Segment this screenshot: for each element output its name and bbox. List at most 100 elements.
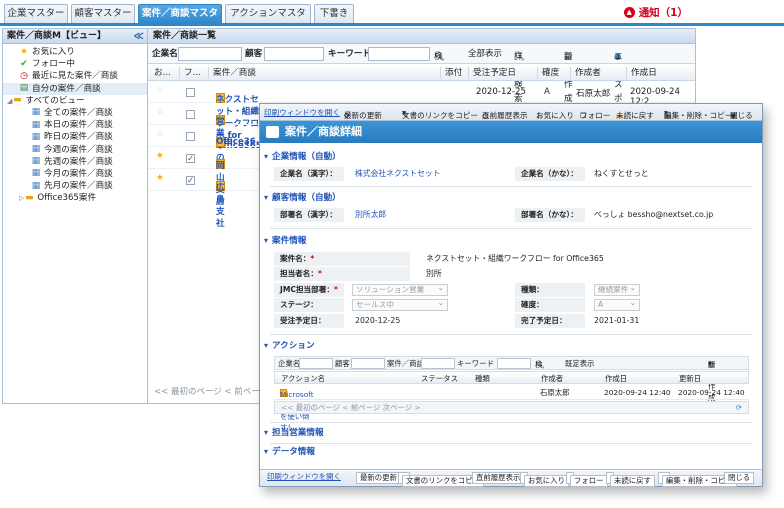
follow-checkbox[interactable]: ✓ (186, 154, 195, 163)
close-button-bottom[interactable]: 閉じる (724, 472, 755, 484)
sidebar-item-label: 自分の案件／商談 (32, 83, 101, 94)
kind-select[interactable]: 継続案件 (594, 283, 640, 296)
table-row[interactable]: ☆ ネクストセット・組織ワークフロー for Office365 ➲ 2020-… (148, 81, 695, 151)
company-kanji-value[interactable]: 株式会社ネクストセット (355, 167, 441, 181)
section-action[interactable]: アクション (260, 339, 762, 353)
show-all-button[interactable]: 全部表示 (468, 47, 502, 61)
sidebar-item-recent[interactable]: ◷ 最近に見た案件／商談 (3, 70, 147, 82)
sidebar-item-all-views[interactable]: ◢▬ すべてのビュー (3, 95, 147, 107)
col-author[interactable]: 作成者 (570, 67, 601, 79)
section-deal[interactable]: 案件情報 (260, 234, 762, 248)
company-search-input[interactable] (178, 47, 242, 61)
sidebar-item-yesterday[interactable]: ▦ 昨日の案件／商談 (3, 131, 147, 143)
favorite-star-icon[interactable]: ☆ (156, 85, 164, 95)
sidebar-item-label: フォロー中 (32, 59, 75, 70)
dept-kanji-value[interactable]: 別所太郎 (355, 208, 386, 222)
section-company[interactable]: 企業情報（自動） (260, 150, 762, 164)
edit-menu-button[interactable]: ▤ 編集・削除・コピー ▾ (664, 107, 732, 120)
favorite-star-icon[interactable]: ★ (156, 151, 164, 161)
tab-draft[interactable]: 下書き (314, 4, 354, 23)
history-button-bottom[interactable]: 直前履歴表示 (472, 472, 525, 484)
view-icon: ▦ (31, 144, 41, 154)
required-mark: * (333, 285, 338, 294)
a-col-updated[interactable]: 更新日 (679, 373, 701, 384)
favorite-star-icon[interactable]: ☆ (156, 107, 164, 117)
sidebar-item-last-month[interactable]: ▦ 先月の案件／商談 (3, 180, 147, 192)
action-pager[interactable]: << 最初のページ < 前ページ 次ページ > ⟳ (274, 401, 749, 414)
print-window-link[interactable]: 印刷ウィンドウを開く (264, 107, 340, 118)
section-customer[interactable]: 顧客情報（自動） (260, 191, 762, 205)
a-default-button[interactable]: 既定表示 (565, 358, 595, 369)
keyword-search-input[interactable] (368, 47, 430, 61)
copy-link-button-bottom[interactable]: 文書のリンクをコピー▾ (398, 472, 484, 487)
sidebar-item-mine[interactable]: ▤ 自分の案件／商談 (3, 82, 147, 95)
tab-deal-master[interactable]: 案件／商談マスター (138, 4, 222, 37)
a-col-status[interactable]: ステータス (421, 373, 458, 384)
deal-name-label: 案件名：* (274, 252, 410, 266)
a-col-author[interactable]: 作成者 (541, 373, 563, 384)
divider (270, 334, 752, 335)
follow-checkbox[interactable]: ✓ (186, 176, 195, 185)
tab-action-master[interactable]: アクションマスター (225, 4, 311, 37)
stage-select[interactable]: セールス中 (352, 298, 448, 311)
company-kana-label: 企業名（かな）： (515, 167, 585, 181)
detail-title: 案件／商談詳細 (285, 125, 362, 138)
a-company-input[interactable] (299, 358, 333, 369)
tab-customer-master[interactable]: 顧客マスター (71, 4, 135, 23)
sidebar-item-last-week[interactable]: ▦ 先週の案件／商談 (3, 156, 147, 168)
edit-menu-button-bottom[interactable]: 編集・削除・コピー▾ (658, 472, 737, 487)
col-deal-name[interactable]: 案件／商談 (208, 67, 256, 79)
a-col-name[interactable]: アクション名 (281, 373, 325, 384)
sidebar-item-today[interactable]: ▦ 本日の案件／商談 (3, 119, 147, 131)
col-probability[interactable]: 確度 (537, 67, 559, 79)
grid-header: お... フ... 案件／商談 添付 受注予定日 確度 作成者 作成日 (148, 64, 695, 81)
a-deal-input[interactable] (421, 358, 455, 369)
sidebar-item-this-week[interactable]: ▦ 今週の案件／商談 (3, 144, 147, 156)
follow-checkbox[interactable] (186, 88, 195, 97)
col-order-date[interactable]: 受注予定日 (468, 67, 516, 79)
notification-link[interactable]: ▲ 通知（1） (623, 5, 688, 20)
dept-kana-label: 部署名（かな）： (515, 208, 585, 222)
close-label: 閉じる (730, 111, 753, 120)
follow-checkbox[interactable] (186, 110, 195, 119)
section-data[interactable]: データ情報 (260, 445, 762, 459)
col-favorite[interactable]: お... (150, 67, 171, 79)
a-keyword-input[interactable] (497, 358, 531, 369)
sidebar-item-label: 昨日の案件／商談 (44, 132, 113, 143)
customer-search-input[interactable] (264, 47, 324, 61)
sidebar-item-label: すべてのビュー (25, 95, 85, 106)
section-sales[interactable]: 担当営業情報 (260, 426, 762, 440)
a-col-kind[interactable]: 種類 (475, 373, 490, 384)
print-window-link-bottom[interactable]: 印刷ウィンドウを開く (264, 472, 344, 484)
unread-button-bottom[interactable]: ▬未読に戻す (606, 472, 655, 487)
col-attachment[interactable]: 添付 (440, 67, 462, 79)
folder-icon: ▬ (25, 192, 34, 203)
a-new-button[interactable]: ▤新規作成▾ (708, 358, 715, 402)
follow-checkbox[interactable] (186, 132, 195, 141)
a-customer-input[interactable] (351, 358, 385, 369)
copy-link-button[interactable]: ✎ 文書のリンクをコピー ▾ (402, 107, 478, 120)
refresh-button-bottom[interactable]: 最新の更新 (356, 472, 401, 484)
favorite-star-icon[interactable]: ★ (156, 173, 164, 183)
collapse-icon[interactable]: ≪ (134, 30, 144, 44)
divider (270, 186, 752, 187)
favorite-button-bottom[interactable]: ☆お気に入り (520, 472, 569, 487)
refresh-icon[interactable]: ⟳ (736, 402, 742, 413)
list-pager[interactable]: << 最初のページ < 前ペー (154, 385, 260, 397)
sidebar-item-this-month[interactable]: ▦ 今月の案件／商談 (3, 168, 147, 180)
col-created[interactable]: 作成日 (626, 67, 657, 79)
col-follow[interactable]: フ... (179, 67, 201, 79)
favorite-star-icon[interactable]: ☆ (156, 129, 164, 139)
sidebar-item-following[interactable]: ✔ フォロー中 (3, 58, 147, 70)
follow-button-bottom[interactable]: ☐フォロー (566, 472, 608, 487)
sidebar-item-label: 本日の案件／商談 (44, 120, 113, 131)
sidebar-item-all-deals[interactable]: ▦ 全ての案件／商談 (3, 107, 147, 119)
sidebar-item-favorites[interactable]: ★ お気に入り (3, 46, 147, 58)
jmc-select[interactable]: ソリューション営業 (352, 283, 448, 296)
sidebar-item-office365[interactable]: ▷▬ Office365案件 (3, 192, 147, 204)
action-row[interactable]: Microsoft Office365を使い倒す！ 石原太郎 2020-09-2… (274, 385, 749, 432)
tab-company-master[interactable]: 企業マスター (4, 4, 68, 23)
prob-select[interactable]: A (594, 298, 640, 311)
copy-label: 文書のリンクをコピー (402, 111, 478, 120)
a-col-created[interactable]: 作成日 (605, 373, 627, 384)
